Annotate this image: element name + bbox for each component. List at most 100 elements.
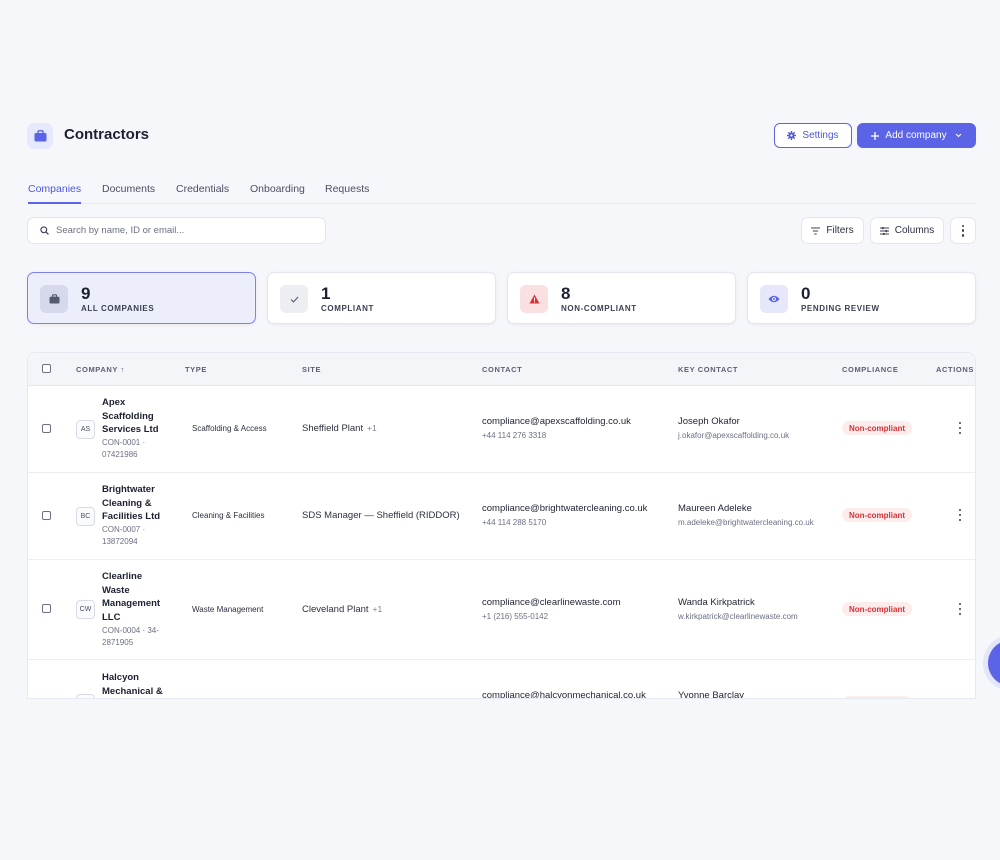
search-input[interactable] (56, 225, 306, 236)
key-contact-email: j.okafor@apexscaffolding.co.uk (678, 431, 790, 440)
stat-label: PENDING REVIEW (801, 304, 880, 313)
kebab-icon (959, 224, 967, 237)
stat-value: 1 (321, 284, 331, 303)
column-header-compliance[interactable]: COMPLIANCE (842, 365, 898, 374)
contact-phone: +1 (216) 555-0142 (482, 612, 549, 621)
add-company-label: Add company (885, 130, 947, 141)
company-site: Sheffield Plant +1 (302, 423, 377, 434)
row-actions-kebab-icon[interactable] (956, 698, 964, 699)
settings-button[interactable]: Settings (774, 123, 852, 148)
companies-table: COMPANY ↑ TYPE SITE CONTACT KEY CONTACT … (27, 352, 976, 699)
company-type: Scaffolding & Access (192, 424, 267, 433)
tab-documents[interactable]: Documents (102, 183, 155, 204)
column-header-label: COMPANY (76, 365, 118, 374)
avatar: CW (76, 600, 95, 619)
column-header-company[interactable]: COMPANY ↑ (76, 365, 125, 374)
company-id: CON-0001 · 07421986 (102, 438, 146, 459)
site-name: Sheffield Plant (302, 423, 364, 434)
row-actions-kebab-icon[interactable] (956, 603, 964, 615)
sort-ascending-icon: ↑ (120, 365, 125, 374)
table-row[interactable]: BC Brightwater Cleaning & Facilities Ltd… (28, 473, 975, 560)
table-row[interactable]: CW Clearline Waste Management LLC CON-00… (28, 560, 975, 660)
stat-value: 0 (801, 284, 811, 303)
columns-button[interactable]: Columns (870, 217, 944, 244)
column-header-key-contact[interactable]: KEY CONTACT (678, 365, 738, 374)
row-actions-kebab-icon[interactable] (956, 509, 964, 521)
check-icon (280, 285, 308, 313)
company-name[interactable]: Halcyon Mechanical & (102, 671, 182, 698)
column-header-site[interactable]: SITE (302, 365, 321, 374)
contact-email: compliance@halcyonmechanical.co.uk (482, 690, 646, 699)
stat-card-pending-review[interactable]: 0 PENDING REVIEW (747, 272, 976, 324)
page-title: Contractors (64, 126, 150, 143)
avatar: AS (76, 420, 95, 439)
gear-icon (787, 131, 797, 140)
warning-icon (520, 285, 548, 313)
add-company-button[interactable]: Add company (857, 123, 976, 148)
company-name[interactable]: Clearline Waste Management LLC (102, 570, 172, 624)
stat-card-all-companies[interactable]: 9 ALL COMPANIES (27, 272, 256, 324)
avatar: BC (76, 507, 95, 526)
site-more-count[interactable]: +1 (373, 604, 383, 614)
filters-label: Filters (826, 225, 854, 236)
table-row[interactable]: AS Apex Scaffolding Services Ltd CON-000… (28, 386, 975, 473)
avatar (76, 694, 95, 698)
plus-icon (871, 131, 880, 140)
page-header: Contractors Settings Add company (27, 123, 976, 149)
key-contact-email: m.adeleke@brightwatercleaning.co.uk (678, 518, 814, 527)
row-checkbox[interactable] (42, 698, 51, 699)
row-checkbox[interactable] (42, 424, 51, 433)
stat-label: NON-COMPLIANT (561, 304, 637, 313)
columns-icon (879, 226, 889, 235)
site-name: Cleveland Plant (302, 604, 369, 615)
company-site: SDS Manager — Sheffield (RIDDOR) (302, 510, 460, 521)
help-launcher-button[interactable] (988, 640, 1000, 686)
contact-email: compliance@brightwatercleaning.co.uk (482, 503, 648, 514)
company-name[interactable]: Brightwater Cleaning & Facilities Ltd (102, 483, 172, 524)
column-header-actions: ACTIONS (936, 365, 974, 374)
contact-phone: +44 114 276 3318 (482, 431, 547, 440)
row-checkbox[interactable] (42, 511, 51, 520)
status-badge: Non-compliant (842, 421, 912, 435)
filters-button[interactable]: Filters (801, 217, 864, 244)
briefcase-icon (27, 123, 53, 149)
briefcase-icon (40, 285, 68, 313)
stat-card-compliant[interactable]: 1 COMPLIANT (267, 272, 496, 324)
key-contact-email: w.kirkpatrick@clearlinewaste.com (678, 612, 798, 621)
company-type: Waste Management (192, 605, 264, 614)
select-all-checkbox[interactable] (42, 364, 51, 373)
key-contact-name: Yvonne Barclay (678, 690, 745, 699)
stat-card-non-compliant[interactable]: 8 NON-COMPLIANT (507, 272, 736, 324)
stat-label: COMPLIANT (321, 304, 374, 313)
contact-phone: +44 114 288 5170 (482, 518, 547, 527)
tab-onboarding[interactable]: Onboarding (250, 183, 305, 204)
row-actions-kebab-icon[interactable] (956, 422, 964, 434)
company-id: CON-0004 · 34-2871905 (102, 626, 159, 647)
stat-value: 8 (561, 284, 571, 303)
site-more-count[interactable]: +1 (367, 423, 377, 433)
tab-companies[interactable]: Companies (28, 183, 82, 204)
status-badge: Non-compliant (842, 602, 912, 616)
contact-email: compliance@apexscaffolding.co.uk (482, 416, 631, 427)
tab-credentials[interactable]: Credentials (176, 183, 229, 204)
more-options-button[interactable] (950, 217, 976, 244)
key-contact-name: Joseph Okafor (678, 416, 740, 427)
column-header-contact[interactable]: CONTACT (482, 365, 522, 374)
stat-label: ALL COMPANIES (81, 304, 155, 313)
key-contact-name: Wanda Kirkpatrick (678, 597, 755, 608)
company-site: Cleveland Plant +1 (302, 604, 382, 615)
chevron-down-icon (955, 133, 961, 138)
stat-value: 9 (81, 284, 91, 303)
status-badge (842, 696, 912, 698)
company-type: Cleaning & Facilities (192, 511, 265, 520)
search-box (27, 217, 326, 244)
table-row[interactable]: Halcyon Mechanical & compliance@halcyonm… (28, 660, 975, 699)
row-checkbox[interactable] (42, 604, 51, 613)
tab-requests[interactable]: Requests (325, 183, 369, 204)
company-name[interactable]: Apex Scaffolding Services Ltd (102, 396, 172, 437)
status-badge: Non-compliant (842, 508, 912, 522)
contact-email: compliance@clearlinewaste.com (482, 597, 621, 608)
column-header-type[interactable]: TYPE (185, 365, 207, 374)
search-icon (40, 226, 49, 235)
table-header: COMPANY ↑ TYPE SITE CONTACT KEY CONTACT … (28, 353, 975, 386)
